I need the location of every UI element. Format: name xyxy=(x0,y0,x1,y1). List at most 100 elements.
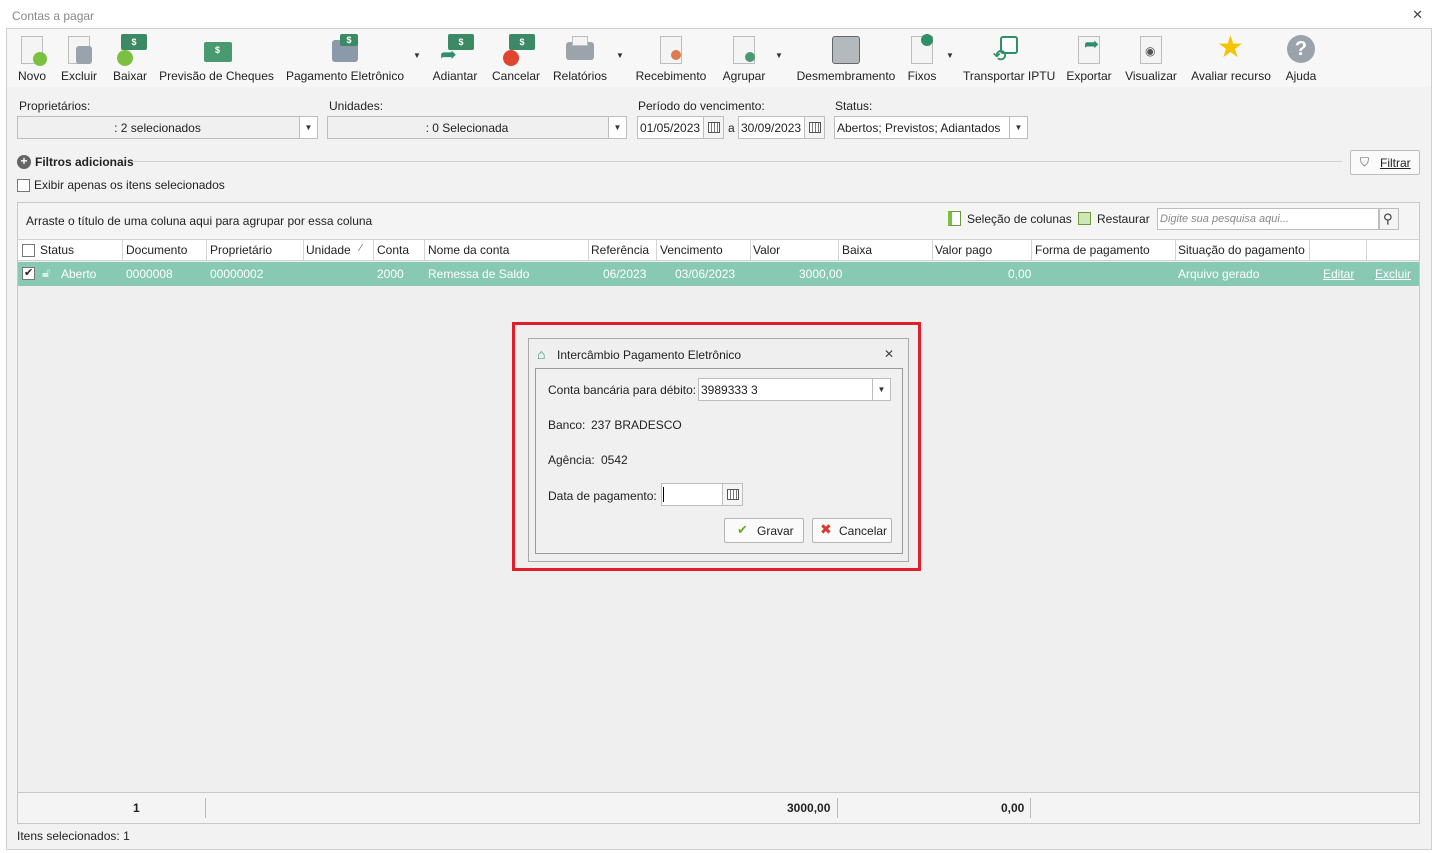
date-separator: a xyxy=(728,121,735,135)
star-icon: ★ xyxy=(1217,31,1244,64)
edit-link[interactable]: Editar xyxy=(1323,267,1354,281)
payment-date-label: Data de pagamento: xyxy=(548,489,657,503)
title-bar: Contas a pagar ✕ xyxy=(0,0,1433,28)
status-combo[interactable]: Abertos; Previstos; Adiantados ▼ xyxy=(834,116,1028,139)
column-selection-button[interactable]: Seleção de colunas xyxy=(967,212,1072,226)
toolbar-button-recebimento[interactable]: Recebimento xyxy=(633,34,709,86)
date-to-value: 30/09/2023 xyxy=(741,121,802,135)
column-header[interactable]: Valor xyxy=(753,243,780,257)
toolbar-button-visualizar[interactable]: ◉ Visualizar xyxy=(1124,34,1178,86)
toolbar-button-fixos[interactable]: Fixos xyxy=(905,34,939,86)
column-header[interactable]: Referência xyxy=(591,243,649,257)
toolbar-label: Relatórios xyxy=(552,69,608,83)
save-button[interactable]: ✔ Gravar xyxy=(724,518,804,543)
chevron-down-icon[interactable]: ▼ xyxy=(1009,117,1027,138)
owners-label: Proprietários: xyxy=(19,99,91,113)
cell-valor-pago: 0,00 xyxy=(1008,267,1032,281)
toolbar-label: Avaliar recurso xyxy=(1191,69,1271,83)
toolbar-button-pagamento-eletronico[interactable]: $ Pagamento Eletrônico xyxy=(285,34,405,86)
units-combo[interactable]: : 0 Selecionada ▼ xyxy=(327,116,627,139)
column-header[interactable]: Proprietário xyxy=(210,243,272,257)
chevron-down-icon[interactable]: ▼ xyxy=(616,51,624,60)
units-label: Unidades: xyxy=(329,99,384,113)
calendar-icon[interactable] xyxy=(703,117,723,138)
select-all-checkbox[interactable] xyxy=(22,244,35,257)
table-row[interactable]: 🔓︎ Aberto 0000008 00000002 2000 Remessa … xyxy=(18,262,1419,286)
close-window-icon[interactable]: ✕ xyxy=(1412,7,1423,23)
column-header[interactable]: Unidade xyxy=(306,243,351,257)
only-selected-checkbox[interactable] xyxy=(17,179,30,192)
status-bar-text: Itens selecionados: 1 xyxy=(17,829,130,843)
payment-date-input[interactable] xyxy=(661,483,743,506)
toolbar-button-previsao-cheques[interactable]: $ Previsão de Cheques xyxy=(159,34,274,86)
agency-label: Agência: xyxy=(548,453,595,467)
date-from-field[interactable]: 01/05/2023 xyxy=(637,116,724,139)
toolbar-button-desmembramento[interactable]: Desmembramento xyxy=(793,34,899,86)
expand-plus-icon[interactable]: + xyxy=(17,155,31,169)
toolbar-button-baixar[interactable]: $ Baixar xyxy=(110,34,150,86)
column-header[interactable]: Valor pago xyxy=(935,243,992,257)
toolbar-label: Visualizar xyxy=(1125,69,1177,83)
cancel-button[interactable]: ✖ Cancelar xyxy=(812,518,892,543)
delete-link[interactable]: Excluir xyxy=(1375,267,1411,281)
toolbar-button-transportar-iptu[interactable]: ⟲ Transportar IPTU xyxy=(963,34,1056,86)
dialog-title: Intercâmbio Pagamento Eletrônico xyxy=(557,348,742,362)
cancel-label: Cancelar xyxy=(839,524,888,538)
chevron-down-icon[interactable]: ▼ xyxy=(946,51,954,60)
chevron-down-icon[interactable]: ▼ xyxy=(299,117,317,138)
chevron-down-icon[interactable]: ▼ xyxy=(775,51,783,60)
date-to-field[interactable]: 30/09/2023 xyxy=(738,116,825,139)
cell-documento: 0000008 xyxy=(126,267,173,281)
search-input[interactable]: Digite sua pesquisa aqui... xyxy=(1157,208,1379,230)
account-select[interactable]: 3989333 3 ▼ xyxy=(698,378,891,401)
column-header[interactable]: Status xyxy=(40,243,74,257)
column-header[interactable]: Forma de pagamento xyxy=(1035,243,1150,257)
calendar-icon[interactable] xyxy=(804,117,824,138)
toolbar-button-novo[interactable]: Novo xyxy=(15,34,49,86)
sort-icon: ⁄ xyxy=(360,243,362,254)
column-header[interactable]: Vencimento xyxy=(660,243,723,257)
chevron-down-icon[interactable]: ▼ xyxy=(413,51,421,60)
column-header[interactable]: Situação do pagamento xyxy=(1178,243,1305,257)
transport-iptu-icon: ⟲ xyxy=(993,34,1023,66)
receipt-icon xyxy=(656,34,686,66)
lock-open-icon: 🔓︎ xyxy=(42,265,51,280)
printer-icon xyxy=(565,34,595,66)
toolbar-button-exportar[interactable]: ➦ Exportar xyxy=(1064,34,1114,86)
toolbar-label: Adiantar xyxy=(432,69,478,83)
toolbar-button-relatorios[interactable]: Relatórios xyxy=(552,34,608,86)
toolbar-button-avaliar-recurso[interactable]: ★ Avaliar recurso xyxy=(1189,31,1273,86)
toolbar-button-ajuda[interactable]: ? Ajuda xyxy=(1282,34,1320,86)
toolbar-button-agrupar[interactable]: Agrupar xyxy=(719,34,769,86)
close-icon[interactable]: ✕ xyxy=(884,347,894,361)
search-button[interactable]: ⚲ xyxy=(1379,208,1399,230)
owners-combo[interactable]: : 2 selecionados ▼ xyxy=(17,116,318,139)
cell-nome-conta: Remessa de Saldo xyxy=(428,267,530,281)
toolbar-label: Cancelar xyxy=(491,69,541,83)
help-icon: ? xyxy=(1286,34,1316,66)
column-header[interactable]: Baixa xyxy=(842,243,872,257)
toolbar-label: Recebimento xyxy=(635,69,707,83)
chevron-down-icon[interactable]: ▼ xyxy=(608,117,626,138)
calendar-icon[interactable] xyxy=(722,484,742,505)
column-header[interactable]: Documento xyxy=(126,243,187,257)
row-checkbox[interactable] xyxy=(22,266,35,280)
toolbar-label: Pagamento Eletrônico xyxy=(285,69,405,83)
toolbar-label: Transportar IPTU xyxy=(963,69,1056,83)
additional-filters-label[interactable]: Filtros adicionais xyxy=(35,155,134,169)
column-header[interactable]: Nome da conta xyxy=(428,243,509,257)
restore-button[interactable]: Restaurar xyxy=(1097,212,1150,226)
chevron-down-icon[interactable]: ▼ xyxy=(872,379,890,400)
filter-button[interactable]: ⛉ Filtrar xyxy=(1350,150,1420,175)
trash-icon xyxy=(64,34,94,66)
toolbar-label: Novo xyxy=(17,69,46,83)
toolbar-button-cancelar[interactable]: $ Cancelar xyxy=(491,34,541,86)
toolbar-button-adiantar[interactable]: $ ➦ Adiantar xyxy=(429,34,481,86)
grid-footer: 1 3000,00 0,00 xyxy=(18,792,1419,823)
x-icon: ✖ xyxy=(820,521,832,537)
footer-count: 1 xyxy=(133,801,140,815)
new-document-icon xyxy=(17,34,47,66)
period-label: Período do vencimento: xyxy=(638,99,765,113)
toolbar-button-excluir[interactable]: Excluir xyxy=(59,34,99,86)
column-header[interactable]: Conta xyxy=(377,243,409,257)
